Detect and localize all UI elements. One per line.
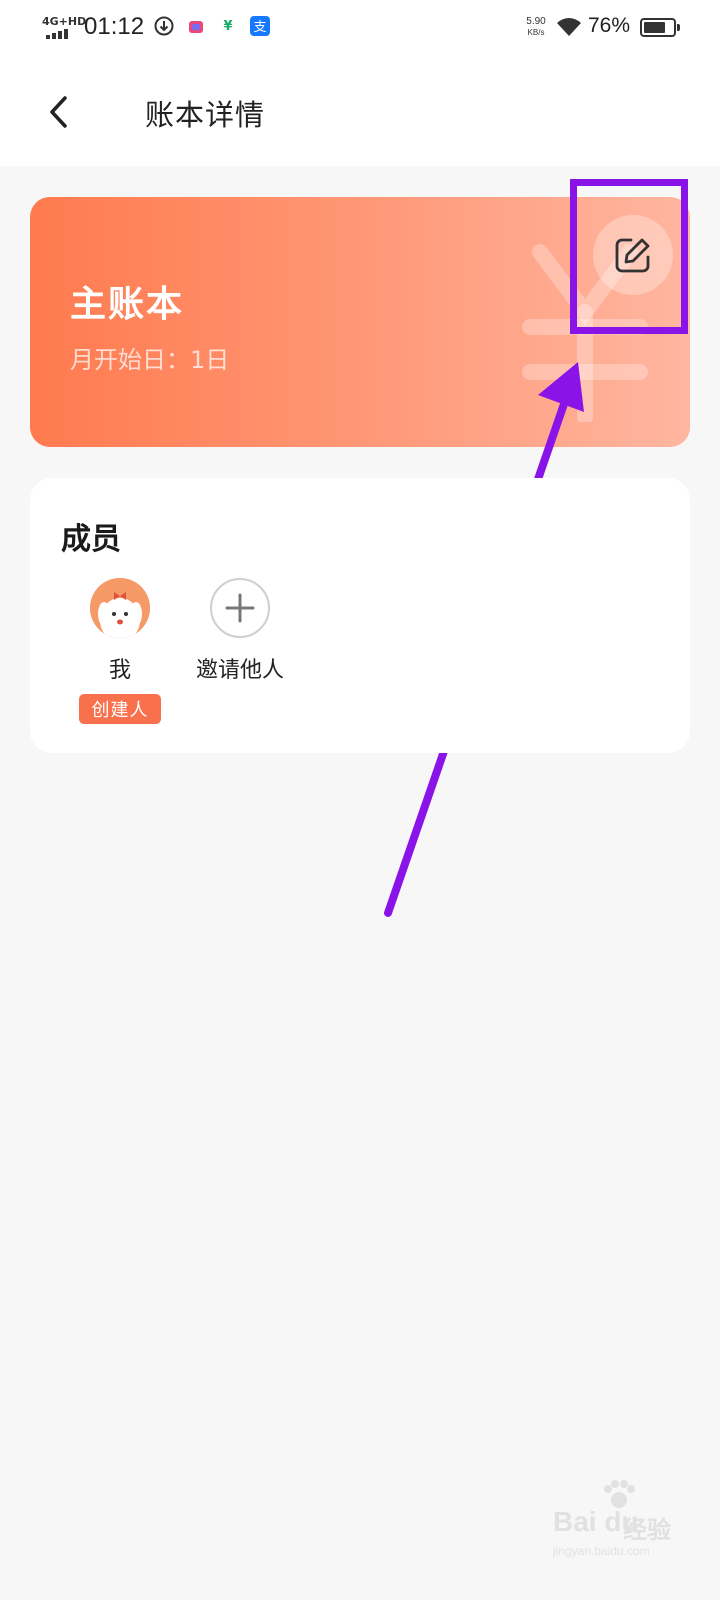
battery-icon [640,18,676,37]
header: 账本详情 [0,58,720,166]
page-title: 账本详情 [145,98,266,132]
status-bar: 4G+HD 01:12 ¥ 支 5.90 KB/s 76% [0,0,720,58]
invite-circle [210,578,270,638]
speed-unit: KB/s [527,28,545,37]
notification-icons: ¥ 支 [154,16,270,36]
baidu-url: jingyan.baidu.com [553,1544,650,1558]
network-speed: 5.90 KB/s [521,16,551,38]
plus-icon [225,593,255,623]
members-title: 成员 [61,522,121,557]
signal-icon [46,29,68,39]
highlight-box [570,179,688,334]
wifi-icon [557,18,581,36]
yuan-app-icon: ¥ [223,18,233,34]
speed-value: 5.90 [526,16,546,27]
alipay-icon: 支 [250,16,270,36]
account-name: 主账本 [70,284,185,325]
battery-cap [677,24,680,31]
invite-label: 邀请他人 [195,658,284,683]
network-indicator: 4G+HD [42,15,87,28]
invite-button[interactable]: 邀请他人 [190,578,300,688]
chevron-left-icon [50,96,67,128]
svg-text:支: 支 [253,20,266,35]
download-app-icon [154,16,174,36]
baidu-suffix: 经验 [623,1516,671,1544]
member-name: 我 [108,658,131,683]
month-start-day: 月开始日：1日 [70,346,230,374]
member-self[interactable]: 我 创建人 [75,578,185,728]
avatar [90,578,150,638]
baidu-watermark: Bai du 经验 jingyan.baidu.com [553,1480,693,1580]
puppy-avatar-icon [90,578,150,638]
clock: 01:12 [84,13,145,40]
battery-fill [644,22,665,33]
battery-percent: 76% [588,14,631,37]
shopping-app-icon [186,16,206,36]
back-button[interactable] [38,88,78,136]
members-card: 成员 我 创建人 邀请他人 [30,478,690,753]
creator-badge: 创建人 [79,694,161,724]
